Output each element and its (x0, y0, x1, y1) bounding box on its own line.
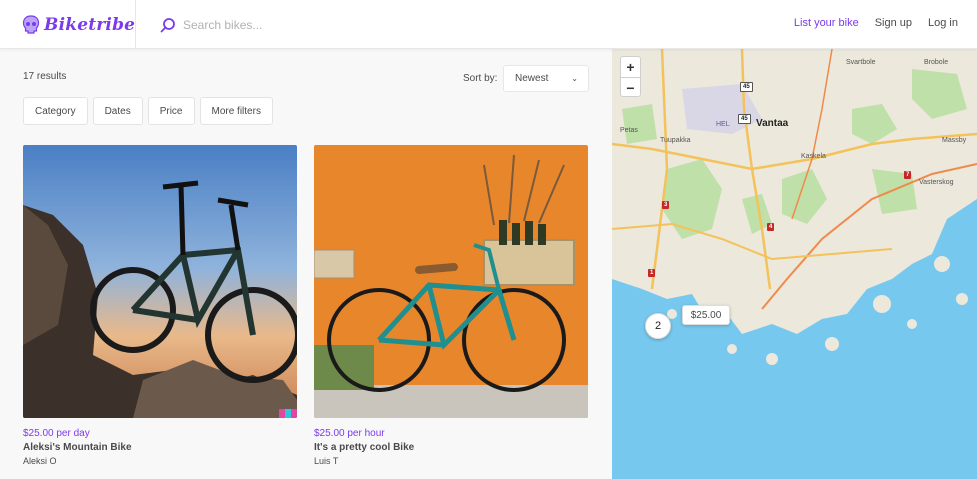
filter-bar: Category Dates Price More filters (23, 97, 273, 125)
listing-title[interactable]: Aleksi's Mountain Bike (23, 442, 297, 453)
map-label-brobole: Brobole (924, 59, 949, 66)
listing-image[interactable] (314, 145, 588, 418)
listing-card[interactable]: $25.00 per hour It's a pretty cool Bike … (314, 145, 588, 466)
map-label-vasterskog: Vasterskog (919, 179, 954, 186)
listing-author: Luis T (314, 456, 339, 466)
listing-price: $25.00 per day (23, 428, 90, 439)
map-label-massby: Massby (942, 137, 967, 144)
zoom-in-button[interactable]: + (621, 57, 640, 77)
map-tiles (612, 49, 977, 479)
filter-price-button[interactable]: Price (147, 97, 195, 125)
mountain-bike-photo (23, 145, 297, 418)
road-number: 45 (740, 82, 753, 92)
sort-label: Sort by: (463, 73, 498, 84)
skull-icon (22, 15, 40, 34)
search-input[interactable] (183, 18, 443, 32)
sort-dropdown[interactable]: Newest ⌄ (503, 65, 589, 92)
log-in-link[interactable]: Log in (928, 17, 958, 29)
listings-panel: 17 results Sort by: Newest ⌄ Category Da… (0, 49, 612, 479)
list-your-bike-link[interactable]: List your bike (794, 17, 859, 29)
filter-dates-button[interactable]: Dates (92, 97, 143, 125)
sort-value: Newest (515, 73, 549, 84)
map-cluster-marker[interactable]: 2 (645, 313, 671, 339)
map[interactable]: Vantaa Tuupakka Petas HEL Kaskela Vaster… (612, 49, 977, 479)
road-number: 45 (738, 114, 751, 124)
listing-title[interactable]: It's a pretty cool Bike (314, 442, 588, 453)
sign-up-link[interactable]: Sign up (875, 17, 912, 29)
road-number: 7 (904, 171, 912, 179)
listing-author: Aleksi O (23, 456, 57, 466)
results-count: 17 results (23, 71, 67, 82)
map-label-hel: HEL (716, 121, 730, 128)
search-icon (160, 18, 175, 33)
chevron-down-icon: ⌄ (571, 74, 578, 83)
map-zoom-controls: + − (620, 56, 641, 97)
filter-category-button[interactable]: Category (23, 97, 88, 125)
map-label-svartbole: Svartbole (846, 59, 876, 66)
zoom-out-button[interactable]: − (621, 78, 640, 98)
map-price-marker[interactable]: $25.00 (682, 305, 730, 325)
map-label-vantaa: Vantaa (756, 118, 789, 129)
listing-price: $25.00 per hour (314, 428, 385, 439)
listing-image[interactable] (23, 145, 297, 418)
header-divider (135, 0, 136, 49)
road-number: 3 (662, 201, 670, 209)
road-number: 4 (767, 223, 775, 231)
listing-card[interactable]: $25.00 per day Aleksi's Mountain Bike Al… (23, 145, 297, 466)
city-bike-photo (314, 145, 588, 418)
top-nav: List your bike Sign up Log in (794, 17, 958, 29)
logo[interactable]: Biketribe (22, 13, 135, 37)
search-bar (160, 14, 460, 36)
more-filters-button[interactable]: More filters (199, 97, 273, 125)
road-number: 1 (648, 269, 656, 277)
map-label-kaskela: Kaskela (801, 153, 826, 160)
map-label-tuupakka: Tuupakka (660, 137, 691, 144)
logo-text: Biketribe (44, 15, 136, 35)
top-bar: Biketribe List your bike Sign up Log in (0, 0, 977, 49)
map-label-petas: Petas (620, 127, 638, 134)
